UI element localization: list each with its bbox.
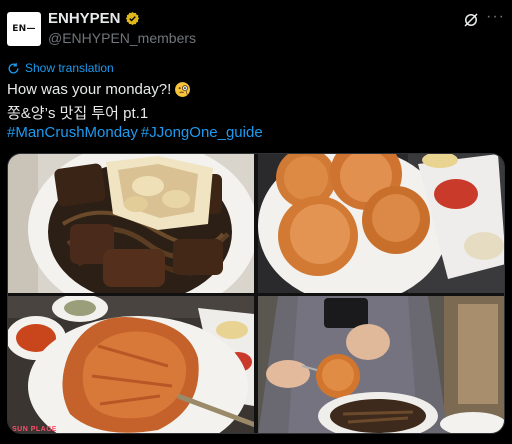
- more-icon[interactable]: ···: [486, 9, 504, 28]
- tweet: EN— ENHYPEN @ENHYPEN_members ··· Show tr…: [0, 0, 512, 444]
- avatar[interactable]: EN—: [7, 12, 41, 46]
- display-name[interactable]: ENHYPEN: [48, 10, 121, 27]
- fried-buns-photo[interactable]: [258, 154, 504, 293]
- tweet-text-greeting: How was your monday?!: [7, 81, 172, 98]
- hashtag-jjongone-guide[interactable]: #JJongOne_guide: [141, 124, 263, 141]
- grok-icon[interactable]: [462, 11, 480, 29]
- watermark: SUN PLACE: [12, 426, 57, 433]
- tweet-text-line-2: 쫑&양’s 맛집 투어 pt.1: [7, 105, 149, 122]
- avatar-logo-text: EN—: [12, 24, 36, 34]
- large-fried-pastry-photo[interactable]: SUN PLACE: [8, 296, 254, 433]
- user-handle[interactable]: @ENHYPEN_members: [48, 30, 196, 46]
- holding-food-with-phone-photo[interactable]: [258, 296, 504, 433]
- translate-icon: [8, 62, 19, 73]
- media-grid: SUN PLACE: [7, 153, 505, 434]
- tweet-hashtags: #ManCrushMonday #JJongOne_guide: [7, 124, 263, 141]
- steak-and-noodles-photo[interactable]: [8, 154, 254, 293]
- author-name-row[interactable]: ENHYPEN: [48, 10, 140, 27]
- show-translation-link[interactable]: Show translation: [25, 61, 114, 75]
- tweet-text-line-1: How was your monday?!: [7, 81, 191, 98]
- monocle-face-icon: [175, 82, 191, 97]
- hashtag-mancrushmonday[interactable]: #ManCrushMonday: [7, 124, 138, 141]
- show-translation[interactable]: Show translation: [7, 61, 114, 75]
- verified-badge-icon: [125, 11, 139, 26]
